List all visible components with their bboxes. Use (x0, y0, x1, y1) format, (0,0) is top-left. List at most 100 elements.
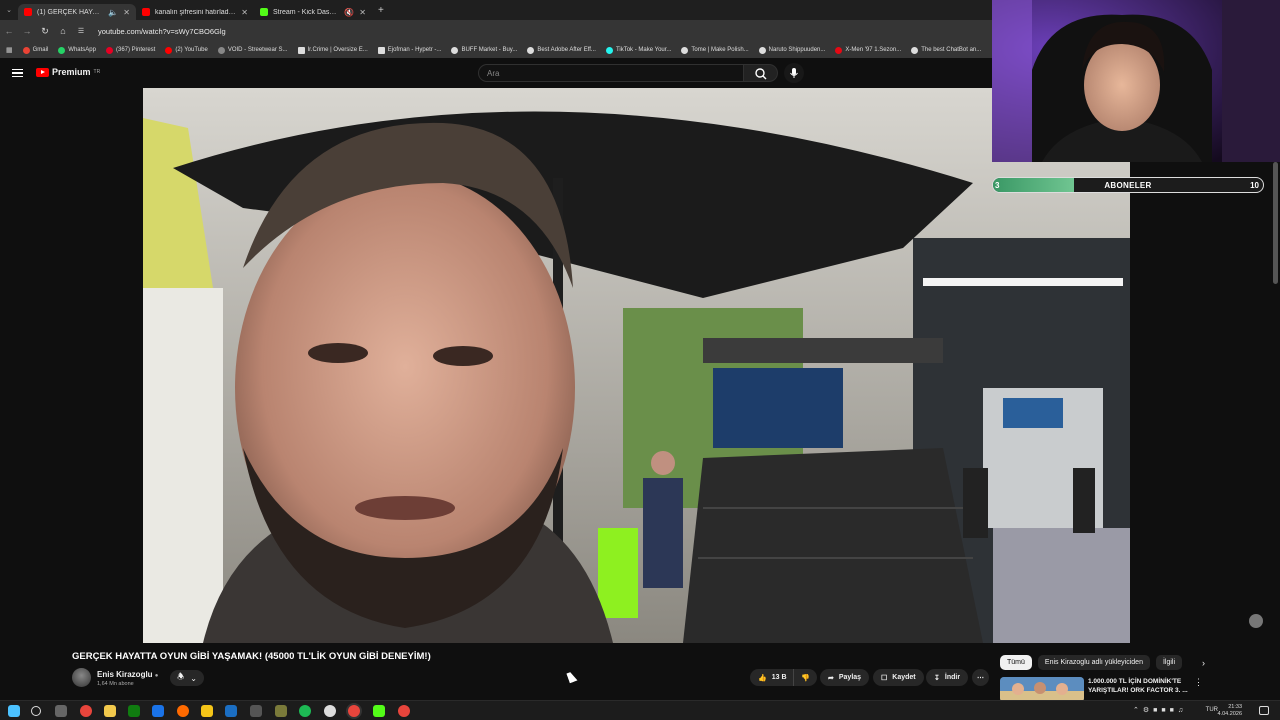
back-icon[interactable]: ← (0, 26, 18, 36)
channel-avatar[interactable] (72, 668, 91, 687)
steam-icon[interactable] (225, 705, 237, 717)
tab-kick-dashboard[interactable]: Stream - Kick Dashboard 🔇 ✕ (254, 4, 372, 20)
xbox-icon[interactable] (128, 705, 140, 717)
youtube-premium-logo[interactable]: Premium TR (36, 67, 100, 77)
address-bar: ← → ↻ ⌂ ☰ youtube.com/watch?v=sWy7CBO6Gl… (0, 20, 992, 42)
chip-from-channel[interactable]: Enis Kirazoglu adlı yükleyiciden (1037, 655, 1150, 670)
download-button[interactable]: ↧ İndir (926, 669, 969, 686)
hamburger-menu-icon[interactable] (12, 69, 23, 77)
close-icon[interactable]: ✕ (359, 8, 366, 17)
bookmark-ejofman[interactable]: Ejofman - Hypetr -... (377, 46, 441, 54)
windows-taskbar: TUR 21:33 4.04.2026 ⌃⚙■■■♫ (0, 700, 1280, 720)
spotify-icon[interactable] (299, 705, 311, 717)
more-actions-button[interactable]: ⋯ (972, 669, 989, 686)
avatar-float-icon[interactable] (1249, 614, 1263, 628)
microphone-icon (790, 68, 798, 78)
video-frame (143, 88, 1130, 643)
close-icon[interactable]: ✕ (123, 8, 130, 17)
bookmark-adobe[interactable]: Best Adobe After Eff... (527, 46, 596, 54)
new-tab-button[interactable]: + (378, 5, 384, 16)
gmail-icon (22, 46, 30, 54)
keyboard-language[interactable]: TUR (1206, 707, 1218, 713)
system-clock[interactable]: 21:33 4.04.2026 (1218, 704, 1242, 718)
youtube-logo-icon (36, 67, 49, 77)
bookmark-void[interactable]: VOID - Streetwear S... (217, 46, 288, 54)
adobe-icon (527, 46, 535, 54)
bookmark-chatbot[interactable]: The best ChatBot an... (911, 46, 981, 54)
home-icon[interactable]: ⌂ (54, 26, 72, 36)
tab-search-chevron-icon[interactable]: ⌄ (0, 6, 18, 14)
obs-icon[interactable] (324, 705, 336, 717)
recommended-video-title[interactable]: 1.000.000 TL İÇİN DOMİNİK'TE YARIŞTILAR!… (1088, 677, 1192, 695)
reload-icon[interactable]: ↻ (36, 26, 54, 37)
firefox-icon[interactable] (177, 705, 189, 717)
video-player[interactable] (143, 88, 1130, 643)
bell-icon: 🕭 (177, 672, 185, 681)
tiktok-icon (605, 46, 613, 54)
bookmark-whatsapp[interactable]: WhatsApp (58, 46, 96, 54)
bookmarks-bar: ▦ Gmail WhatsApp (367) Pinterest (2) You… (0, 42, 992, 58)
save-button[interactable]: ☐ Kaydet (873, 669, 924, 686)
ejofman-icon (377, 46, 385, 54)
subscribed-bell-button[interactable]: 🕭 ⌄ (170, 670, 204, 686)
site-info-icon[interactable]: ☰ (72, 27, 90, 35)
url-field[interactable]: youtube.com/watch?v=sWy7CBO6Glg (98, 27, 226, 36)
bookmark-gmail[interactable]: Gmail (22, 46, 48, 54)
bookmark-tome[interactable]: Tome | Make Polish... (681, 46, 749, 54)
bookmark-ircrime[interactable]: Ir.Crime | Oversize E... (297, 46, 368, 54)
bookmark-buff[interactable]: BUFF Market - Buy... (451, 46, 517, 54)
app-icon[interactable] (201, 705, 213, 717)
chevron-right-icon[interactable]: › (1202, 658, 1205, 668)
youtube-icon (142, 8, 150, 16)
chrome-icon[interactable] (80, 705, 92, 717)
like-button[interactable]: 👍 13 B (750, 669, 793, 686)
bookmark-naruto[interactable]: Naruto Shippuuden... (758, 46, 825, 54)
chatbot-icon (911, 46, 919, 54)
task-view-icon[interactable] (55, 705, 67, 717)
chip-all[interactable]: Tümü (1000, 655, 1032, 670)
notification-icon[interactable] (1259, 706, 1269, 715)
share-button[interactable]: ➦ Paylaş (820, 669, 870, 686)
windows-start-icon[interactable] (8, 705, 20, 717)
bookmark-tiktok[interactable]: TikTok - Make Your... (605, 46, 671, 54)
chrome-active-icon[interactable] (348, 705, 360, 717)
speaker-icon[interactable]: 🔈 (108, 8, 118, 17)
store-icon[interactable] (152, 705, 164, 717)
close-icon[interactable]: ✕ (241, 8, 248, 17)
bookmark-xmen[interactable]: X-Men '97 1.Sezon... (835, 46, 901, 54)
subscriber-goal-label: ABONELER (1104, 181, 1152, 190)
chip-related[interactable]: İlgili (1155, 655, 1183, 670)
channel-name[interactable]: Enis Kirazoglu ● (97, 670, 158, 679)
tab-youtube-studio[interactable]: kanalın şifresini hatırladım - YouT ✕ (136, 4, 254, 20)
search-button[interactable] (744, 64, 778, 82)
subscriber-target: 10 (1250, 181, 1259, 190)
file-explorer-icon[interactable] (104, 705, 116, 717)
pinterest-icon (105, 46, 113, 54)
mute-icon[interactable]: 🔇 (344, 8, 354, 17)
kick-icon[interactable] (373, 705, 385, 717)
buff-icon (451, 46, 459, 54)
bookmark-youtube[interactable]: (2) YouTube (165, 46, 208, 54)
page-scrollbar[interactable] (1273, 162, 1278, 284)
app-icon[interactable] (250, 705, 262, 717)
chrome-icon[interactable] (398, 705, 410, 717)
app-icon[interactable] (275, 705, 287, 717)
tab-youtube-video[interactable]: (1) GERÇEK HAYATTA OYUN GİBİ 🔈 ✕ (18, 4, 136, 20)
whatsapp-icon (58, 46, 66, 54)
forward-icon[interactable]: → (18, 26, 36, 36)
more-vertical-icon[interactable]: ⋮ (1194, 677, 1203, 688)
verified-icon: ● (154, 673, 159, 679)
recommended-video-thumbnail[interactable] (1000, 677, 1084, 702)
streamer-webcam (992, 0, 1280, 162)
bookmark-icon: ☐ (881, 674, 888, 682)
voice-search-button[interactable] (784, 63, 804, 83)
youtube-icon (165, 46, 173, 54)
search-input[interactable]: Ara (478, 64, 744, 82)
bookmark-pinterest[interactable]: (367) Pinterest (105, 46, 155, 54)
system-tray-icons[interactable]: ⌃⚙■■■♫ (1133, 706, 1187, 714)
more-horizontal-icon: ⋯ (977, 674, 984, 682)
dislike-button[interactable]: 👎 (793, 669, 817, 686)
search-icon[interactable] (31, 706, 41, 716)
thumbs-down-icon: 👎 (801, 674, 810, 682)
apps-grid-icon[interactable]: ▦ (6, 46, 13, 54)
